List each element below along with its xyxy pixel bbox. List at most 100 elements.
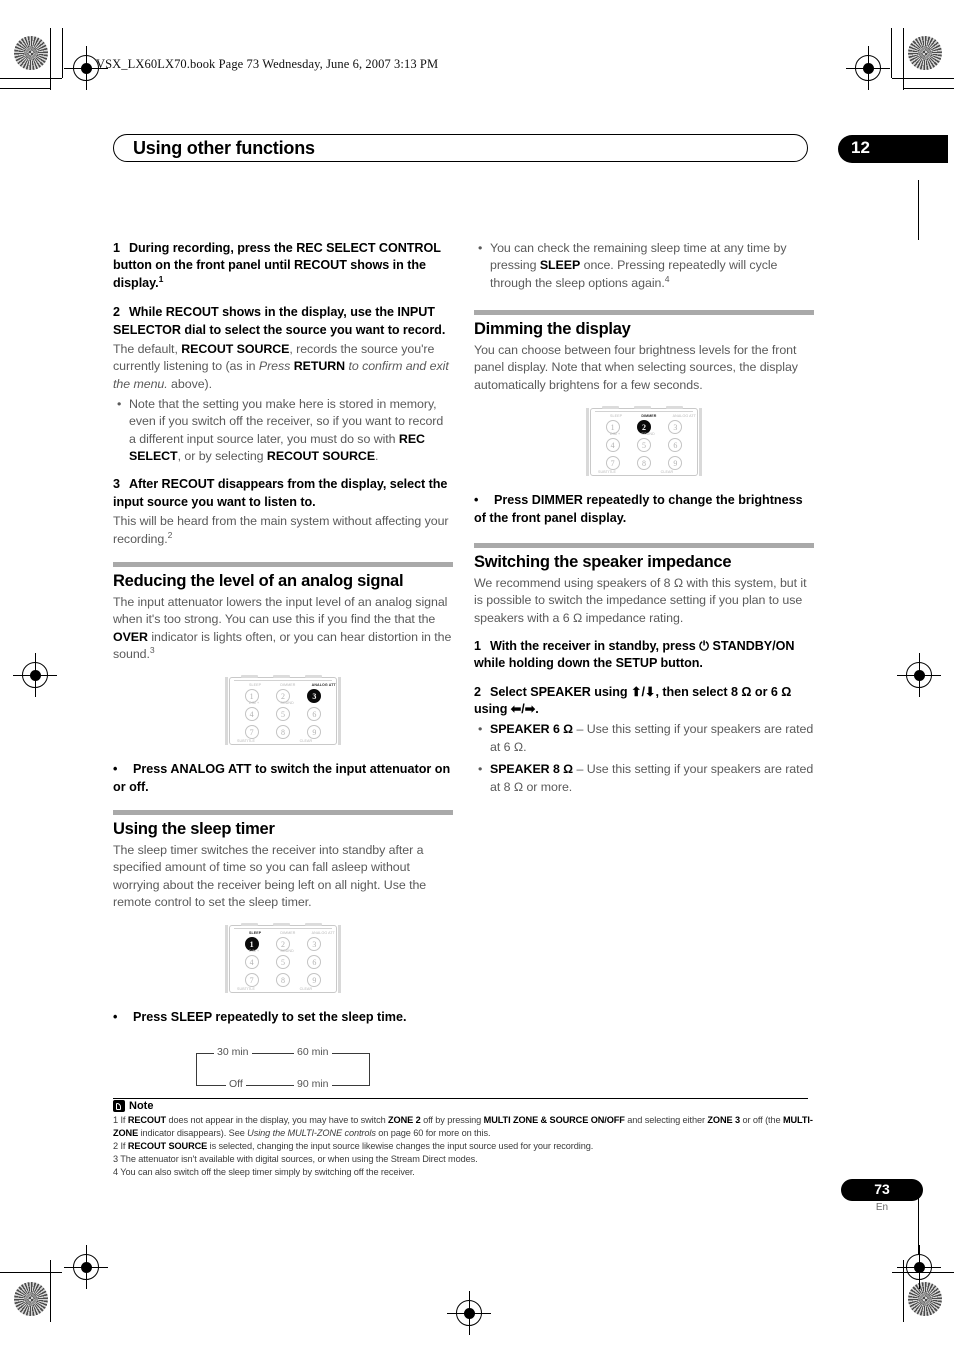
remote-key-6[interactable]: 6 — [299, 953, 330, 971]
step-2-body-post: above). — [167, 376, 213, 391]
step-3-body-text: This will be heard from the main system … — [113, 514, 449, 546]
registration-rosette-top-left — [14, 36, 48, 70]
step-2-text: While RECOUT shows in the display, use t… — [113, 305, 446, 337]
remote-key-5[interactable]: SOUND 5 — [267, 701, 298, 723]
right-column: You can check the remaining sleep time a… — [474, 240, 814, 807]
remote-side-left — [586, 408, 589, 477]
impedance-bullet-list: SPEAKER 6 Ω – Use this setting if your s… — [474, 721, 814, 795]
step-3-footnote-ref: 2 — [167, 529, 173, 540]
remote-key-8[interactable]: 8 — [267, 723, 298, 741]
remote-key-3-value: 3 — [668, 420, 683, 435]
section-analog-body: The input attenuator lowers the input le… — [113, 594, 453, 663]
bullet-glyph: • — [113, 762, 118, 777]
note-icon — [113, 1100, 125, 1112]
remote-key-5-label: SOUND — [280, 949, 294, 954]
fn1-a: 1 If — [113, 1115, 128, 1125]
remote-key-7[interactable]: SUBTITLE 7 — [236, 971, 267, 991]
crop-mark-tl-v2 — [62, 28, 63, 78]
fn2-b: RECOUT SOURCE — [127, 1141, 208, 1152]
cycle-option-30min: 30 min — [214, 1045, 252, 1058]
list-item: Note that the setting you make here is s… — [117, 396, 453, 465]
chapter-number: 12 — [851, 138, 870, 157]
section-sleep-body: The sleep timer switches the receiver in… — [113, 843, 427, 910]
remote-key-9[interactable]: CLEAR 9 — [299, 723, 330, 744]
step-2-bullet-list: Note that the setting you make here is s… — [113, 396, 453, 465]
remote-key-5[interactable]: SOUND 5 — [267, 949, 298, 971]
remote-key-9-label: CLEAR — [660, 470, 674, 475]
analog-instruction-text: Press ANALOG ATT to switch the input att… — [113, 762, 451, 794]
sleep-bullet-footnote-ref: 4 — [664, 273, 670, 284]
remote-key-9-label: CLEAR — [299, 739, 313, 744]
remote-key-6-value: 6 — [668, 438, 683, 453]
section-title-sleep: Using the sleep timer — [113, 820, 275, 839]
remote-key-4-label: DIM + — [610, 432, 621, 437]
step-2: 2 While RECOUT shows in the display, use … — [113, 304, 453, 339]
impedance-bullet-1-bold: SPEAKER 6 Ω — [490, 722, 574, 737]
sleep-instruction: • Press SLEEP repeatedly to set the sleep… — [113, 1009, 453, 1026]
remote-key-5-label: SOUND — [641, 432, 655, 437]
cycle-line-left — [196, 1052, 198, 1086]
remote-key-8[interactable]: 8 — [267, 971, 298, 989]
remote-key-2-label: DIMMER — [280, 683, 296, 688]
step-2-body-bold: RECOUT SOURCE — [181, 341, 290, 356]
registration-cross-bottom-center — [447, 1291, 491, 1335]
footnote-3: 3 The attenuator isn't available with di… — [113, 1154, 478, 1165]
list-item: SPEAKER 6 Ω – Use this setting if your s… — [478, 721, 814, 756]
remote-key-3-label: ANALOG ATT — [311, 931, 335, 936]
remote-key-6[interactable]: 6 — [660, 436, 691, 454]
remote-key-5[interactable]: SOUND 5 — [628, 432, 659, 454]
fn2-c: is selected, changing the input source l… — [207, 1141, 594, 1152]
left-column: 1 During recording, press the REC SELECT … — [113, 240, 453, 1101]
remote-key-9-value: 9 — [668, 456, 683, 471]
remote-key-9[interactable]: CLEAR 9 — [299, 971, 330, 991]
impedance-step-2-text: Select SPEAKER using ⬆/⬇, then select 8 … — [474, 684, 792, 717]
remote-keypad: SLEEP 1 DIMMER 2 ANALOG ATT 3 DIM +4 SOUND 5… — [597, 414, 696, 475]
remote-key-4[interactable]: DIM +4 — [597, 432, 628, 454]
section-impedance-body: We recommend using speakers of 8 Ω with … — [474, 575, 807, 625]
sleep-timer-cycle-diagram: 30 min 60 min Off 90 min — [188, 1043, 378, 1101]
remote-key-4[interactable]: DIM +4 — [236, 701, 267, 723]
note-header: Note — [113, 1100, 153, 1112]
remote-control-graphic: SLEEP 1 DIMMER 2 ANALOG ATT 3 DIM +4 SOUND 5… — [586, 406, 702, 478]
remote-key-3[interactable]: ANALOG ATT 3 — [660, 414, 696, 436]
crop-mark-bl-h — [0, 1272, 62, 1273]
remote-key-2-label: DIMMER — [280, 931, 296, 936]
remote-side-left — [225, 677, 228, 746]
remote-key-3[interactable]: ANALOG ATT 3 — [299, 931, 335, 953]
step-2-bullet-pre: Note that the setting you make here is s… — [129, 396, 444, 446]
remote-top-button-2 — [273, 675, 290, 679]
step-2-bullet-post: . — [375, 449, 379, 464]
crop-mark-tl-h — [0, 78, 62, 79]
remote-key-3-highlighted[interactable]: ANALOG ATT 3 — [299, 683, 336, 705]
remote-side-right — [338, 677, 341, 746]
remote-key-9-value: 9 — [307, 725, 322, 740]
remote-key-6[interactable]: 6 — [299, 705, 330, 723]
remote-key-7[interactable]: SUBTITLE 7 — [597, 454, 628, 474]
remote-keypad: SLEEP 1 DIMMER 2 ANALOG ATT 3 DIM +4 SOUND 5… — [236, 683, 336, 744]
remote-key-8[interactable]: 8 — [628, 454, 659, 472]
step-3-body: This will be heard from the main system … — [113, 513, 453, 548]
bullet-glyph: • — [113, 1010, 118, 1025]
page-language-code: En — [875, 1202, 889, 1213]
registration-cross-mid-left — [13, 653, 57, 697]
remote-key-9[interactable]: CLEAR 9 — [660, 454, 691, 475]
step-3-text: After RECOUT disappears from the display… — [113, 477, 448, 509]
remote-key-7[interactable]: SUBTITLE 7 — [236, 723, 267, 743]
remote-top-button-3 — [305, 675, 322, 679]
remote-key-4[interactable]: DIM +4 — [236, 949, 267, 971]
remote-side-left — [225, 925, 228, 994]
analog-body-bold: OVER — [113, 629, 148, 644]
section-speaker-impedance: Switching the speaker impedance We recom… — [474, 542, 814, 796]
document-page: VSX_LX60LX70.book Page 73 Wednesday, Jun… — [0, 0, 954, 1351]
remote-key-1-label: SLEEP — [249, 931, 262, 936]
fn1-b3: MULTI ZONE & SOURCE ON/OFF — [483, 1115, 625, 1125]
remote-key-7-value: 7 — [244, 725, 259, 740]
remote-key-8-value: 8 — [275, 973, 290, 988]
step-2-body: The default, RECOUT SOURCE, records the … — [113, 341, 453, 393]
cycle-line-bottom — [196, 1084, 370, 1087]
remote-diagram-sleep: SLEEP 1 DIMMER 2 ANALOG ATT 3 DIM +4 SOUND 5… — [113, 923, 453, 995]
impedance-step-2-number: 2 — [474, 684, 481, 699]
dimming-instruction: • Press DIMMER repeatedly to change the b… — [474, 492, 814, 527]
analog-instruction: • Press ANALOG ATT to switch the input at… — [113, 761, 453, 796]
sleep-bullet-bold: SLEEP — [539, 258, 581, 273]
